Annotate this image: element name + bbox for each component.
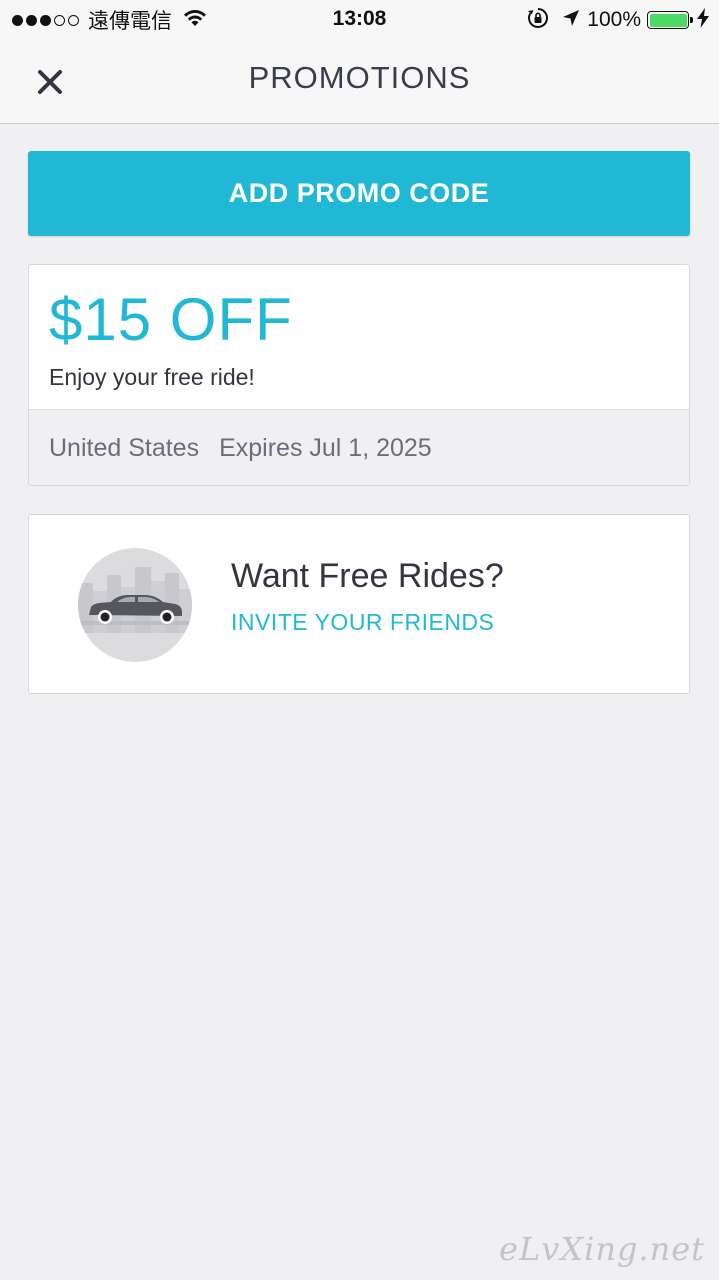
- car-city-illustration: [77, 547, 193, 663]
- nav-bar: PROMOTIONS: [0, 40, 719, 124]
- promo-expiry: Expires Jul 1, 2025: [219, 434, 432, 462]
- invite-friends-card[interactable]: Want Free Rides? INVITE YOUR FRIENDS: [28, 514, 690, 694]
- battery-icon: [647, 11, 693, 29]
- battery-percent: 100%: [587, 8, 641, 31]
- rotation-lock-icon: [527, 7, 549, 34]
- promo-region: United States: [49, 434, 200, 462]
- page-title: PROMOTIONS: [248, 60, 471, 95]
- charging-bolt-icon: [697, 7, 709, 33]
- status-right: 100%: [527, 6, 709, 34]
- invite-friends-link[interactable]: INVITE YOUR FRIENDS: [231, 609, 494, 636]
- promo-description: Enjoy your free ride!: [49, 364, 255, 390]
- add-promo-code-button[interactable]: ADD PROMO CODE: [28, 151, 690, 236]
- location-arrow-icon: [561, 8, 581, 33]
- watermark: eLvXing.net: [499, 1230, 705, 1268]
- status-bar: 遠傳電信 13:08 100%: [0, 0, 719, 40]
- promo-card: $15 OFF Enjoy your free ride! United Sta…: [28, 264, 690, 486]
- promo-footer: United States Expires Jul 1, 2025: [29, 409, 689, 485]
- promo-amount: $15 OFF: [49, 286, 293, 353]
- battery-level-fill: [649, 13, 687, 27]
- invite-title: Want Free Rides?: [231, 557, 504, 595]
